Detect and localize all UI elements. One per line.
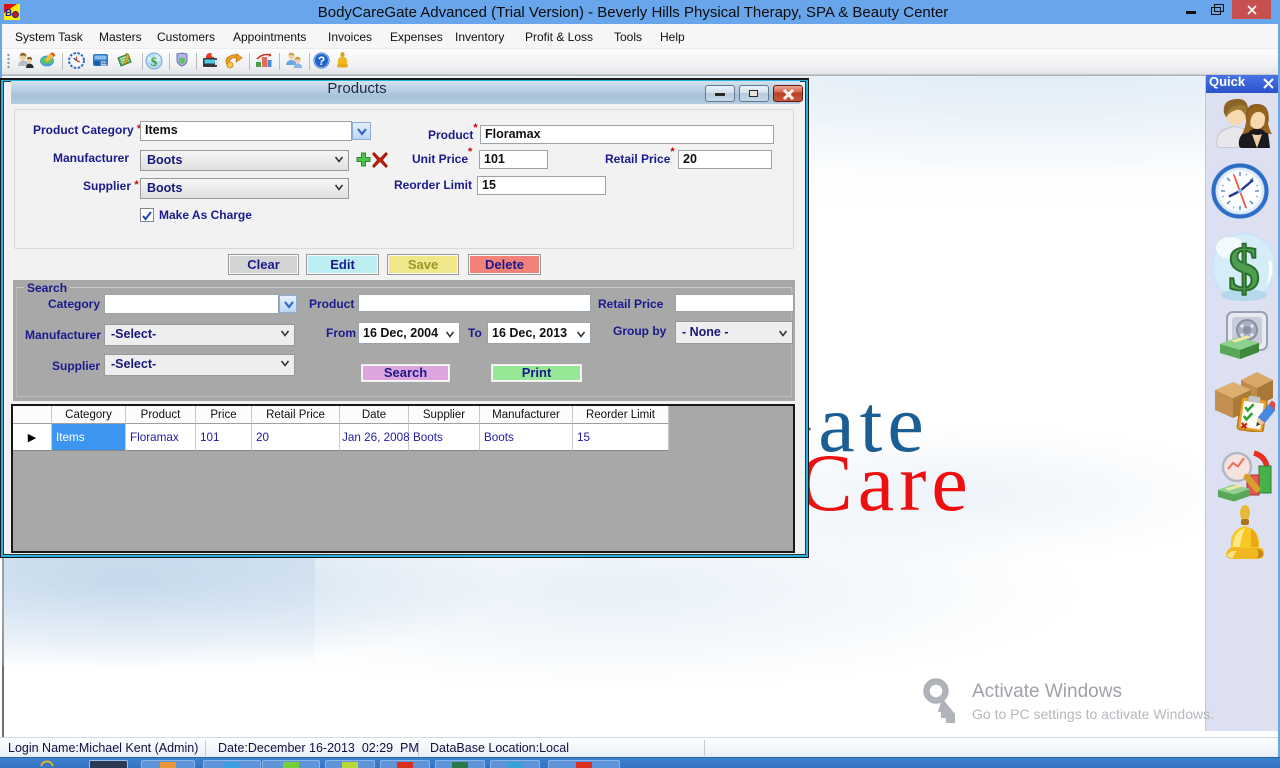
svg-text:?: ? [318,54,325,68]
svg-text:$: $ [1228,233,1260,302]
svg-text:$: $ [151,54,158,69]
